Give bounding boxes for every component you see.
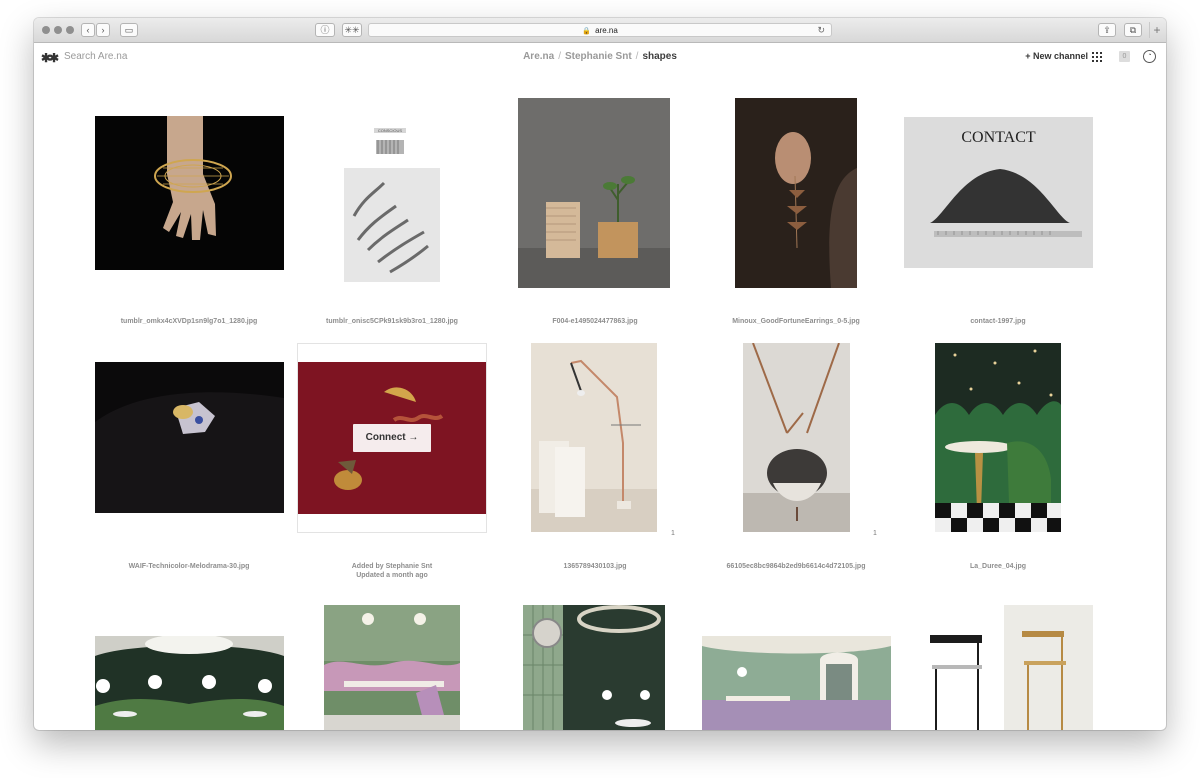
- chevron-left-icon: ‹: [86, 25, 90, 35]
- arena-extension-icon: ✳✳: [344, 25, 360, 35]
- block-caption[interactable]: La_Duree_04.jpg: [898, 562, 1098, 571]
- bracelet-hand-image: [154, 116, 232, 240]
- breadcrumb-separator: /: [635, 51, 639, 62]
- new-tab-button[interactable]: +: [1149, 22, 1164, 38]
- block-meta-added: Added by Stephanie Snt: [351, 563, 433, 570]
- block-image[interactable]: [531, 343, 657, 532]
- browser-window: ‹ › ▭ ⓘ ✳✳ 🔒 are.na ↻ ⇪ ⧉ + ✱✱ Search Ar…: [34, 18, 1166, 730]
- hanging-chair-image: [743, 343, 850, 532]
- block-image[interactable]: [935, 343, 1061, 532]
- block-image[interactable]: CONTACT: [904, 117, 1093, 268]
- info-icon: ⓘ: [320, 25, 330, 35]
- share-icon: ⇪: [1103, 25, 1111, 35]
- wall-lamp-image: [531, 359, 657, 532]
- block-meta-updated: Updated a month ago: [356, 572, 428, 579]
- block-image[interactable]: [743, 343, 850, 532]
- block-image[interactable]: [518, 98, 670, 288]
- la-duree-interior-image: [935, 349, 1061, 532]
- block-caption[interactable]: 1365789430103.jpg: [495, 562, 695, 571]
- sidebar-icon: ▭: [124, 25, 134, 35]
- minimize-window-button[interactable]: [54, 26, 62, 34]
- extension-button[interactable]: ✳✳: [342, 23, 362, 37]
- connect-button[interactable]: Connect →: [353, 424, 431, 452]
- reader-button[interactable]: ⓘ: [315, 23, 335, 37]
- avatar[interactable]: ◔: [1143, 50, 1156, 63]
- url-display: 🔒 are.na: [369, 25, 831, 37]
- grid-icon[interactable]: [1092, 52, 1102, 62]
- url-text: are.na: [595, 26, 618, 35]
- block-image[interactable]: [95, 362, 284, 513]
- chairs-image: [924, 605, 1093, 730]
- product-label: CONSCIOUS: [377, 128, 403, 133]
- breadcrumb-channel[interactable]: shapes: [642, 51, 676, 62]
- block-caption[interactable]: tumblr_onisc5CPk91sk9b3ro1_1280.jpg: [292, 317, 492, 326]
- block-caption[interactable]: WAIF-Technicolor-Melodrama-30.jpg: [89, 562, 289, 571]
- block-image[interactable]: [735, 98, 857, 288]
- breadcrumb-arena[interactable]: Are.na: [523, 51, 554, 62]
- plus-icon: +: [1153, 23, 1161, 37]
- contact-text: CONTACT: [961, 129, 1036, 146]
- block-image[interactable]: [702, 636, 891, 730]
- breadcrumb: Are.na / Stephanie Snt / shapes: [34, 51, 1166, 62]
- notification-badge[interactable]: 0: [1119, 51, 1130, 62]
- block-caption[interactable]: tumblr_omkx4cXVDp1sn9lg7o1_1280.jpg: [89, 317, 289, 326]
- pink-dining-room-image: [324, 605, 460, 730]
- back-button[interactable]: ‹: [81, 23, 95, 37]
- tabs-overview-icon: ⧉: [1129, 25, 1137, 35]
- reload-icon[interactable]: ↻: [817, 24, 825, 36]
- address-bar[interactable]: 🔒 are.na ↻: [368, 23, 832, 37]
- block-card-hover[interactable]: Connect →: [297, 343, 487, 533]
- close-window-button[interactable]: [42, 26, 50, 34]
- share-button[interactable]: ⇪: [1098, 23, 1116, 37]
- sidebar-button[interactable]: ▭: [120, 23, 138, 37]
- block-caption[interactable]: contact-1997.jpg: [898, 317, 1098, 326]
- chevron-right-icon: ›: [101, 25, 105, 35]
- new-channel-button[interactable]: + New channel: [1025, 51, 1088, 61]
- breadcrumb-separator: /: [558, 51, 561, 62]
- forward-button[interactable]: ›: [96, 23, 110, 37]
- tabs-button[interactable]: ⧉: [1124, 23, 1142, 37]
- brooch-image: [95, 392, 284, 513]
- block-image[interactable]: [95, 116, 284, 270]
- breadcrumb-user[interactable]: Stephanie Snt: [565, 51, 632, 62]
- block-grid: tumblr_omkx4cXVDp1sn9lg7o1_1280.jpg CONS…: [34, 72, 1166, 730]
- block-image[interactable]: [523, 605, 665, 730]
- block-image[interactable]: Connect →: [298, 362, 486, 514]
- block-image[interactable]: [95, 636, 284, 730]
- block-image[interactable]: [924, 605, 1093, 730]
- comb-and-vase-image: [518, 176, 670, 288]
- block-image[interactable]: CONSCIOUS: [344, 128, 440, 284]
- conscious-cards-image: [344, 128, 440, 282]
- block-caption[interactable]: F004-e1495024477863.jpg: [495, 317, 695, 326]
- block-image[interactable]: [324, 605, 460, 730]
- block-connection-count: 1: [873, 530, 877, 537]
- site-header: ✱✱ Search Are.na Are.na / Stephanie Snt / sh…: [34, 42, 1166, 72]
- earring-profile-image: [735, 98, 857, 288]
- lock-icon: 🔒: [582, 28, 591, 35]
- restaurant-interior-image: [95, 636, 284, 730]
- block-caption[interactable]: Minoux_GoodFortuneEarrings_0-5.jpg: [696, 317, 896, 326]
- block-caption[interactable]: 66105ec8bc9864b2ed9b6614c4d72105.jpg: [696, 562, 896, 571]
- zoom-window-button[interactable]: [66, 26, 74, 34]
- round-window-interior-image: [523, 605, 661, 730]
- block-connection-count: 1: [671, 530, 675, 537]
- mirror-dining-room-image: [702, 636, 891, 730]
- browser-titlebar: ‹ › ▭ ⓘ ✳✳ 🔒 are.na ↻ ⇪ ⧉ +: [34, 18, 1166, 43]
